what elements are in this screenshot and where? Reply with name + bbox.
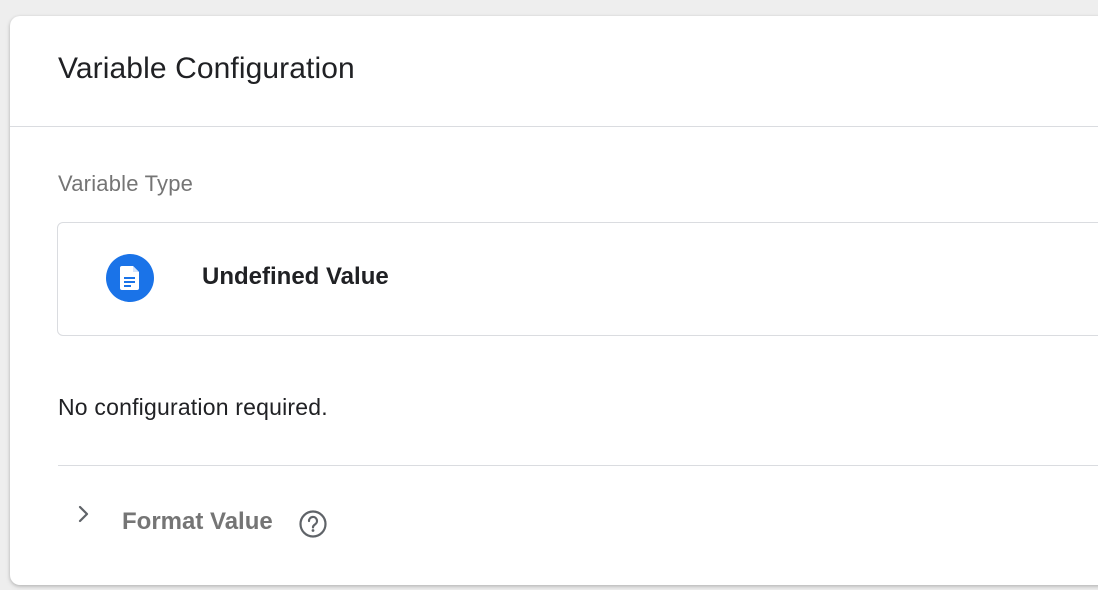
chevron-right-icon[interactable] [74, 504, 94, 524]
format-value-toggle[interactable]: Format Value [58, 486, 658, 556]
card-header: Variable Configuration [10, 16, 1098, 127]
document-icon [106, 254, 154, 302]
variable-type-selector[interactable]: Undefined Value [57, 222, 1098, 336]
section-divider [58, 465, 1098, 466]
variable-configuration-card: Variable Configuration Variable Type Und… [10, 16, 1098, 585]
no-configuration-note: No configuration required. [58, 394, 328, 420]
page-title: Variable Configuration [58, 52, 355, 85]
variable-type-name: Undefined Value [202, 263, 389, 290]
format-value-label: Format Value [122, 508, 273, 535]
variable-type-label: Variable Type [58, 171, 194, 196]
help-circle-icon[interactable] [298, 509, 328, 539]
